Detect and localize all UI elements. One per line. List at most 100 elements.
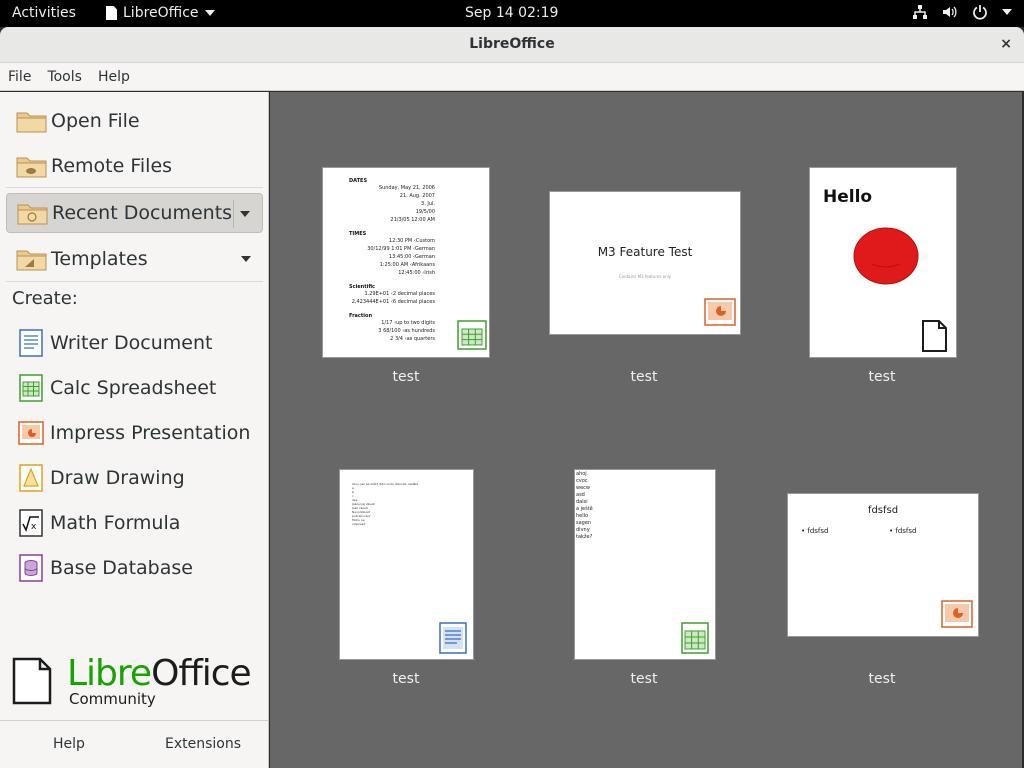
slide-title: fdsfsd [867, 505, 899, 516]
calc-icon [681, 622, 709, 654]
power-icon [972, 4, 988, 20]
remote-folder-icon [16, 157, 47, 178]
templates-label: Templates [51, 248, 148, 270]
cell-value: dalsi [576, 499, 588, 505]
open-file-label: Open File [51, 110, 140, 132]
brand-edition: Community [69, 690, 156, 708]
cell-value: 19/5/00 [415, 209, 435, 215]
cell-value: 21/3/05 12:00 AM [390, 217, 435, 223]
remote-files-button[interactable]: Remote Files [6, 146, 263, 186]
red-circle-shape [853, 227, 919, 285]
slide-bullet-right: • fdsfsd [889, 527, 917, 535]
chevron-down-icon[interactable] [240, 211, 250, 217]
cell-value: wecw [576, 485, 591, 491]
thumbnail-caption: test [630, 671, 658, 687]
create-impress-label: Impress Presentation [50, 422, 251, 444]
create-calc-label: Calc Spreadsheet [50, 377, 217, 399]
create-base-label: Base Database [50, 557, 193, 579]
document-icon [922, 320, 947, 352]
chevron-down-icon [204, 10, 215, 16]
document-icon [106, 6, 117, 20]
logo-document-icon [12, 657, 52, 705]
cell-value: cvoc [576, 478, 588, 484]
sidebar-separator [6, 187, 263, 188]
writer-icon [439, 622, 467, 654]
extensions-button[interactable]: Extensions [165, 736, 241, 752]
cell-value: 30/12/99 1:01 PM ‹German [367, 246, 435, 252]
window-title: LibreOffice [469, 36, 555, 52]
draw-icon [19, 464, 43, 492]
sidebar-bottom-separator [0, 720, 269, 721]
calc-icon [457, 320, 487, 350]
sidebar-separator [6, 281, 263, 282]
menu-help[interactable]: Help [90, 63, 138, 90]
thumbnail-caption: test [868, 369, 896, 385]
start-center-sidebar: Open File Remote Files Recent Documents … [0, 92, 269, 768]
system-tray[interactable] [912, 4, 1012, 20]
cell-value: sagen [576, 520, 592, 526]
recent-documents-button[interactable]: Recent Documents [6, 193, 263, 233]
help-button[interactable]: Help [53, 736, 85, 752]
cell-value: 3. Jul. [421, 201, 435, 207]
templates-button[interactable]: Templates [6, 239, 263, 279]
thumbnail-content: Ahoj, jak se máš? Tuto vodu dolovat, ned… [352, 482, 462, 526]
create-base-button[interactable]: Base Database [18, 553, 193, 583]
clock[interactable]: Sep 14 02:19 [465, 5, 558, 21]
app-menu[interactable]: LibreOffice [106, 5, 215, 21]
cell-value: 12:45:00 ‹Irish [398, 270, 435, 276]
create-heading: Create: [12, 288, 78, 309]
cell-value: takže? [576, 534, 593, 540]
thumbnail-content: ahoj cvoc wecw asd dalsi a ještě hello sagen div… [576, 471, 593, 541]
slide-bullet-left: • fdsfsd [801, 527, 829, 535]
window-titlebar: LibreOffice × [0, 27, 1024, 63]
recent-document-thumbnail[interactable]: fdsfsd • fdsfsd • fdsfsd [787, 493, 979, 637]
volume-icon [942, 4, 958, 20]
base-icon [19, 554, 43, 582]
impress-icon [18, 421, 44, 445]
close-button[interactable]: × [1000, 36, 1012, 52]
create-math-label: Math Formula [50, 512, 181, 534]
folder-icon [16, 112, 47, 133]
create-draw-label: Draw Drawing [50, 467, 185, 489]
open-file-button[interactable]: Open File [6, 101, 263, 141]
cell-value: 12:30 PM ‹Custom [388, 238, 435, 244]
menu-file[interactable]: File [0, 63, 39, 90]
menu-tools[interactable]: Tools [39, 63, 90, 90]
cell-value: 2,423444E+01 ‹6 decimal places [351, 299, 435, 305]
cell-value: 2 3/4 ‹as quarters [390, 336, 435, 342]
create-impress-button[interactable]: Impress Presentation [18, 418, 250, 448]
math-icon: x [19, 509, 43, 537]
thumbnail-caption: test [868, 671, 896, 687]
recent-document-thumbnail[interactable]: ahoj cvoc wecw asd dalsi a ještě hello sagen div… [574, 469, 716, 660]
recent-documents-grid: DATES Sunday, May 21, 2006 21. Aug. 2007 3.… [270, 92, 1022, 768]
impress-icon [704, 298, 736, 326]
cell-value: divny [576, 527, 590, 533]
cell-value: 13:45:00 ‹German [388, 254, 435, 260]
menu-bar: File Tools Help [0, 63, 1024, 91]
cell-value: Sunday, May 21, 2006 [378, 185, 435, 191]
create-writer-button[interactable]: Writer Document [18, 328, 212, 358]
calc-icon [19, 374, 43, 402]
create-math-button[interactable]: x Math Formula [18, 508, 180, 538]
writer-icon [19, 329, 43, 357]
create-writer-label: Writer Document [50, 332, 213, 354]
thumbnail-caption: test [392, 671, 420, 687]
cell-value: a ještě [576, 506, 593, 512]
slide-title: M3 Feature Test [597, 245, 693, 259]
cell-value: 3 68/100 ‹as hundreds [378, 328, 435, 334]
activities-button[interactable]: Activities [12, 5, 76, 21]
recent-document-thumbnail[interactable]: M3 Feature Test Contains M3 features onl… [549, 191, 741, 335]
create-calc-button[interactable]: Calc Spreadsheet [18, 373, 216, 403]
chevron-down-icon[interactable] [241, 256, 251, 262]
recent-document-thumbnail[interactable]: Hello [809, 167, 957, 358]
slide-subtitle: Contains M3 features only [618, 274, 672, 279]
cell-value: asd [576, 492, 585, 498]
recent-document-thumbnail[interactable]: Ahoj, jak se máš? Tuto vodu dolovat, ned… [339, 469, 474, 660]
drawing-text: Hello [823, 187, 873, 207]
templates-folder-icon [16, 250, 47, 271]
create-draw-button[interactable]: Draw Drawing [18, 463, 185, 493]
cell-value: 1:25:00 AM ‹Afrikaans [379, 262, 435, 268]
brand-office: Office [151, 653, 252, 694]
recent-document-thumbnail[interactable]: DATES Sunday, May 21, 2006 21. Aug. 2007 3.… [322, 167, 490, 358]
svg-text:x: x [31, 522, 37, 532]
